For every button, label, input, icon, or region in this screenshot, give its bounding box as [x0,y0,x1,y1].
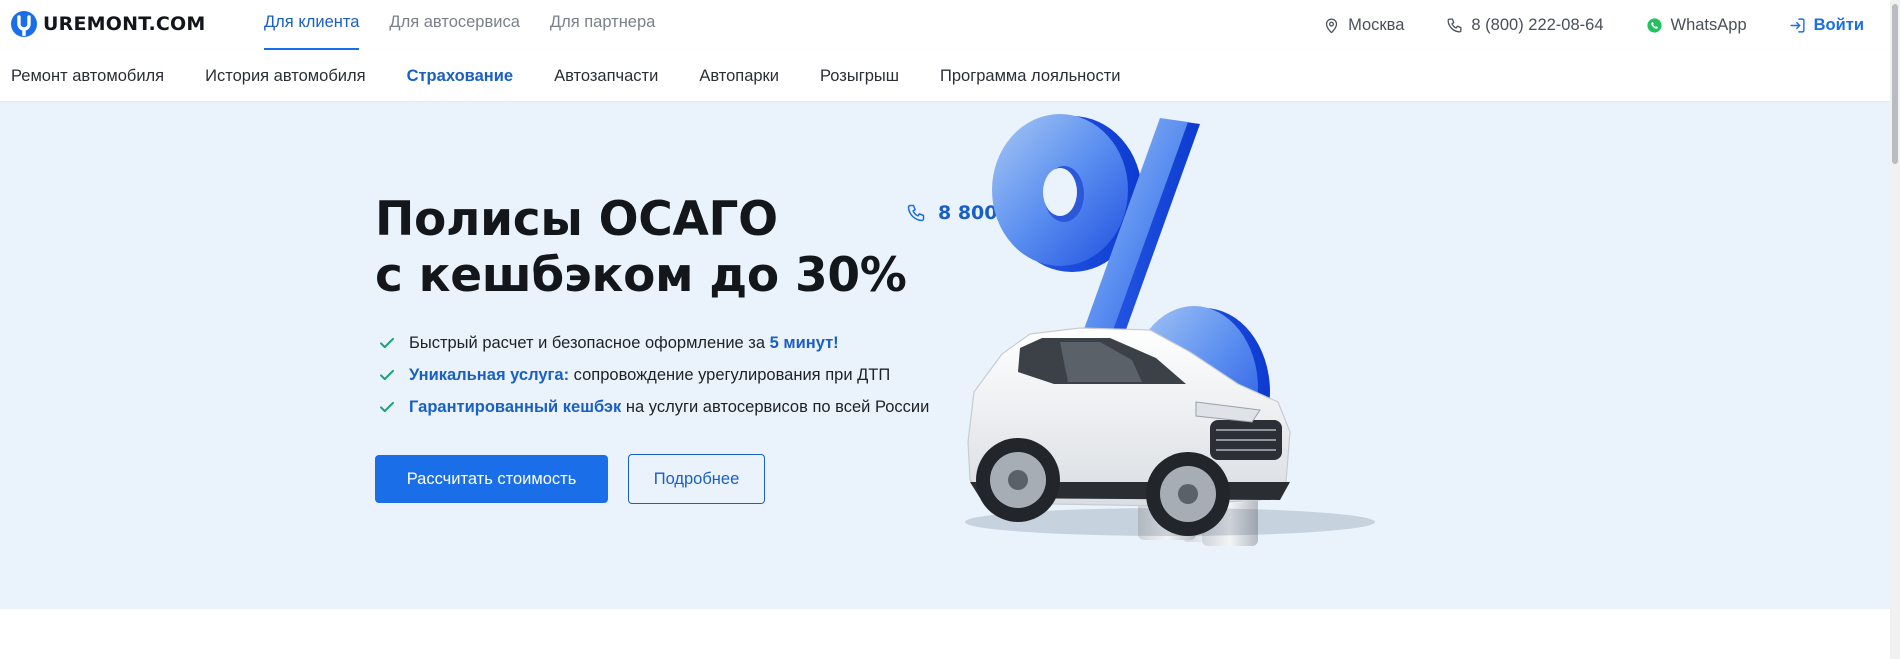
car-graphic [965,327,1375,536]
login-button[interactable]: Войти [1789,16,1864,35]
login-icon [1790,17,1805,33]
page-scrollbar[interactable] [1890,0,1900,659]
hero-title: Полисы ОСАГО с кешбэком до 30% [375,192,907,304]
tab-for-partner[interactable]: Для партнера [550,0,655,50]
nav-item-loyalty[interactable]: Программа лояльности [940,50,1121,102]
nav-item-parts[interactable]: Автозапчасти [554,50,658,102]
feature-text: Гарантированный кешбэк на услуги автосер… [409,397,930,416]
hero-illustration [965,114,1375,546]
scrollbar-thumb[interactable] [1892,4,1898,164]
feature-text: Уникальная услуга: сопровождение урегули… [409,365,891,384]
nav-item-insurance[interactable]: Страхование [407,50,514,102]
hero-section: Полисы ОСАГО с кешбэком до 30% 8 800 222… [0,102,1890,609]
top-header: UREMONT.COM Для клиента Для автосервиса … [0,0,1890,50]
check-icon [380,369,394,381]
check-icon [380,337,394,349]
feature-text: Быстрый расчет и безопасное оформление з… [409,333,839,352]
phone-icon [907,204,925,222]
whatsapp-link[interactable]: WhatsApp [1646,16,1747,35]
logo-text: UREMONT.COM [43,13,206,35]
tab-for-service[interactable]: Для автосервиса [389,0,519,50]
phone-icon [1447,17,1462,33]
hero-title-line2: с кешбэком до 30% [375,248,907,303]
check-icon [380,401,394,413]
phone-label: 8 (800) 222-08-64 [1471,15,1604,34]
tab-for-client[interactable]: Для клиента [264,0,360,50]
more-info-button[interactable]: Подробнее [628,454,765,504]
feature-list: Быстрый расчет и безопасное оформление з… [378,327,929,423]
city-selector[interactable]: Москва [1323,16,1404,35]
whatsapp-label: WhatsApp [1670,15,1747,34]
service-nav: Ремонт автомобиля История автомобиля Стр… [0,50,1890,102]
nav-item-fleets[interactable]: Автопарки [699,50,779,102]
audience-tabs: Для клиента Для автосервиса Для партнера [264,0,655,50]
city-label: Москва [1348,15,1405,34]
nav-item-giveaway[interactable]: Розыгрыш [820,50,899,102]
calculate-price-button[interactable]: Рассчитать стоимость [375,455,608,503]
list-item: Гарантированный кешбэк на услуги автосер… [378,391,929,423]
header-phone-link[interactable]: 8 (800) 222-08-64 [1446,15,1604,35]
list-item: Уникальная услуга: сопровождение урегули… [378,359,929,391]
list-item: Быстрый расчет и безопасное оформление з… [378,327,929,359]
whatsapp-icon [1646,17,1662,33]
logo[interactable]: UREMONT.COM [10,10,206,38]
nav-item-car-history[interactable]: История автомобиля [205,50,365,102]
map-pin-icon [1325,18,1338,33]
nav-item-car-repair[interactable]: Ремонт автомобиля [11,50,164,102]
hero-title-line1: Полисы ОСАГО [375,192,778,247]
login-label: Войти [1813,15,1864,34]
logo-icon [11,11,37,37]
header-actions: Москва 8 (800) 222-08-64 WhatsApp Войти [1281,0,1890,50]
